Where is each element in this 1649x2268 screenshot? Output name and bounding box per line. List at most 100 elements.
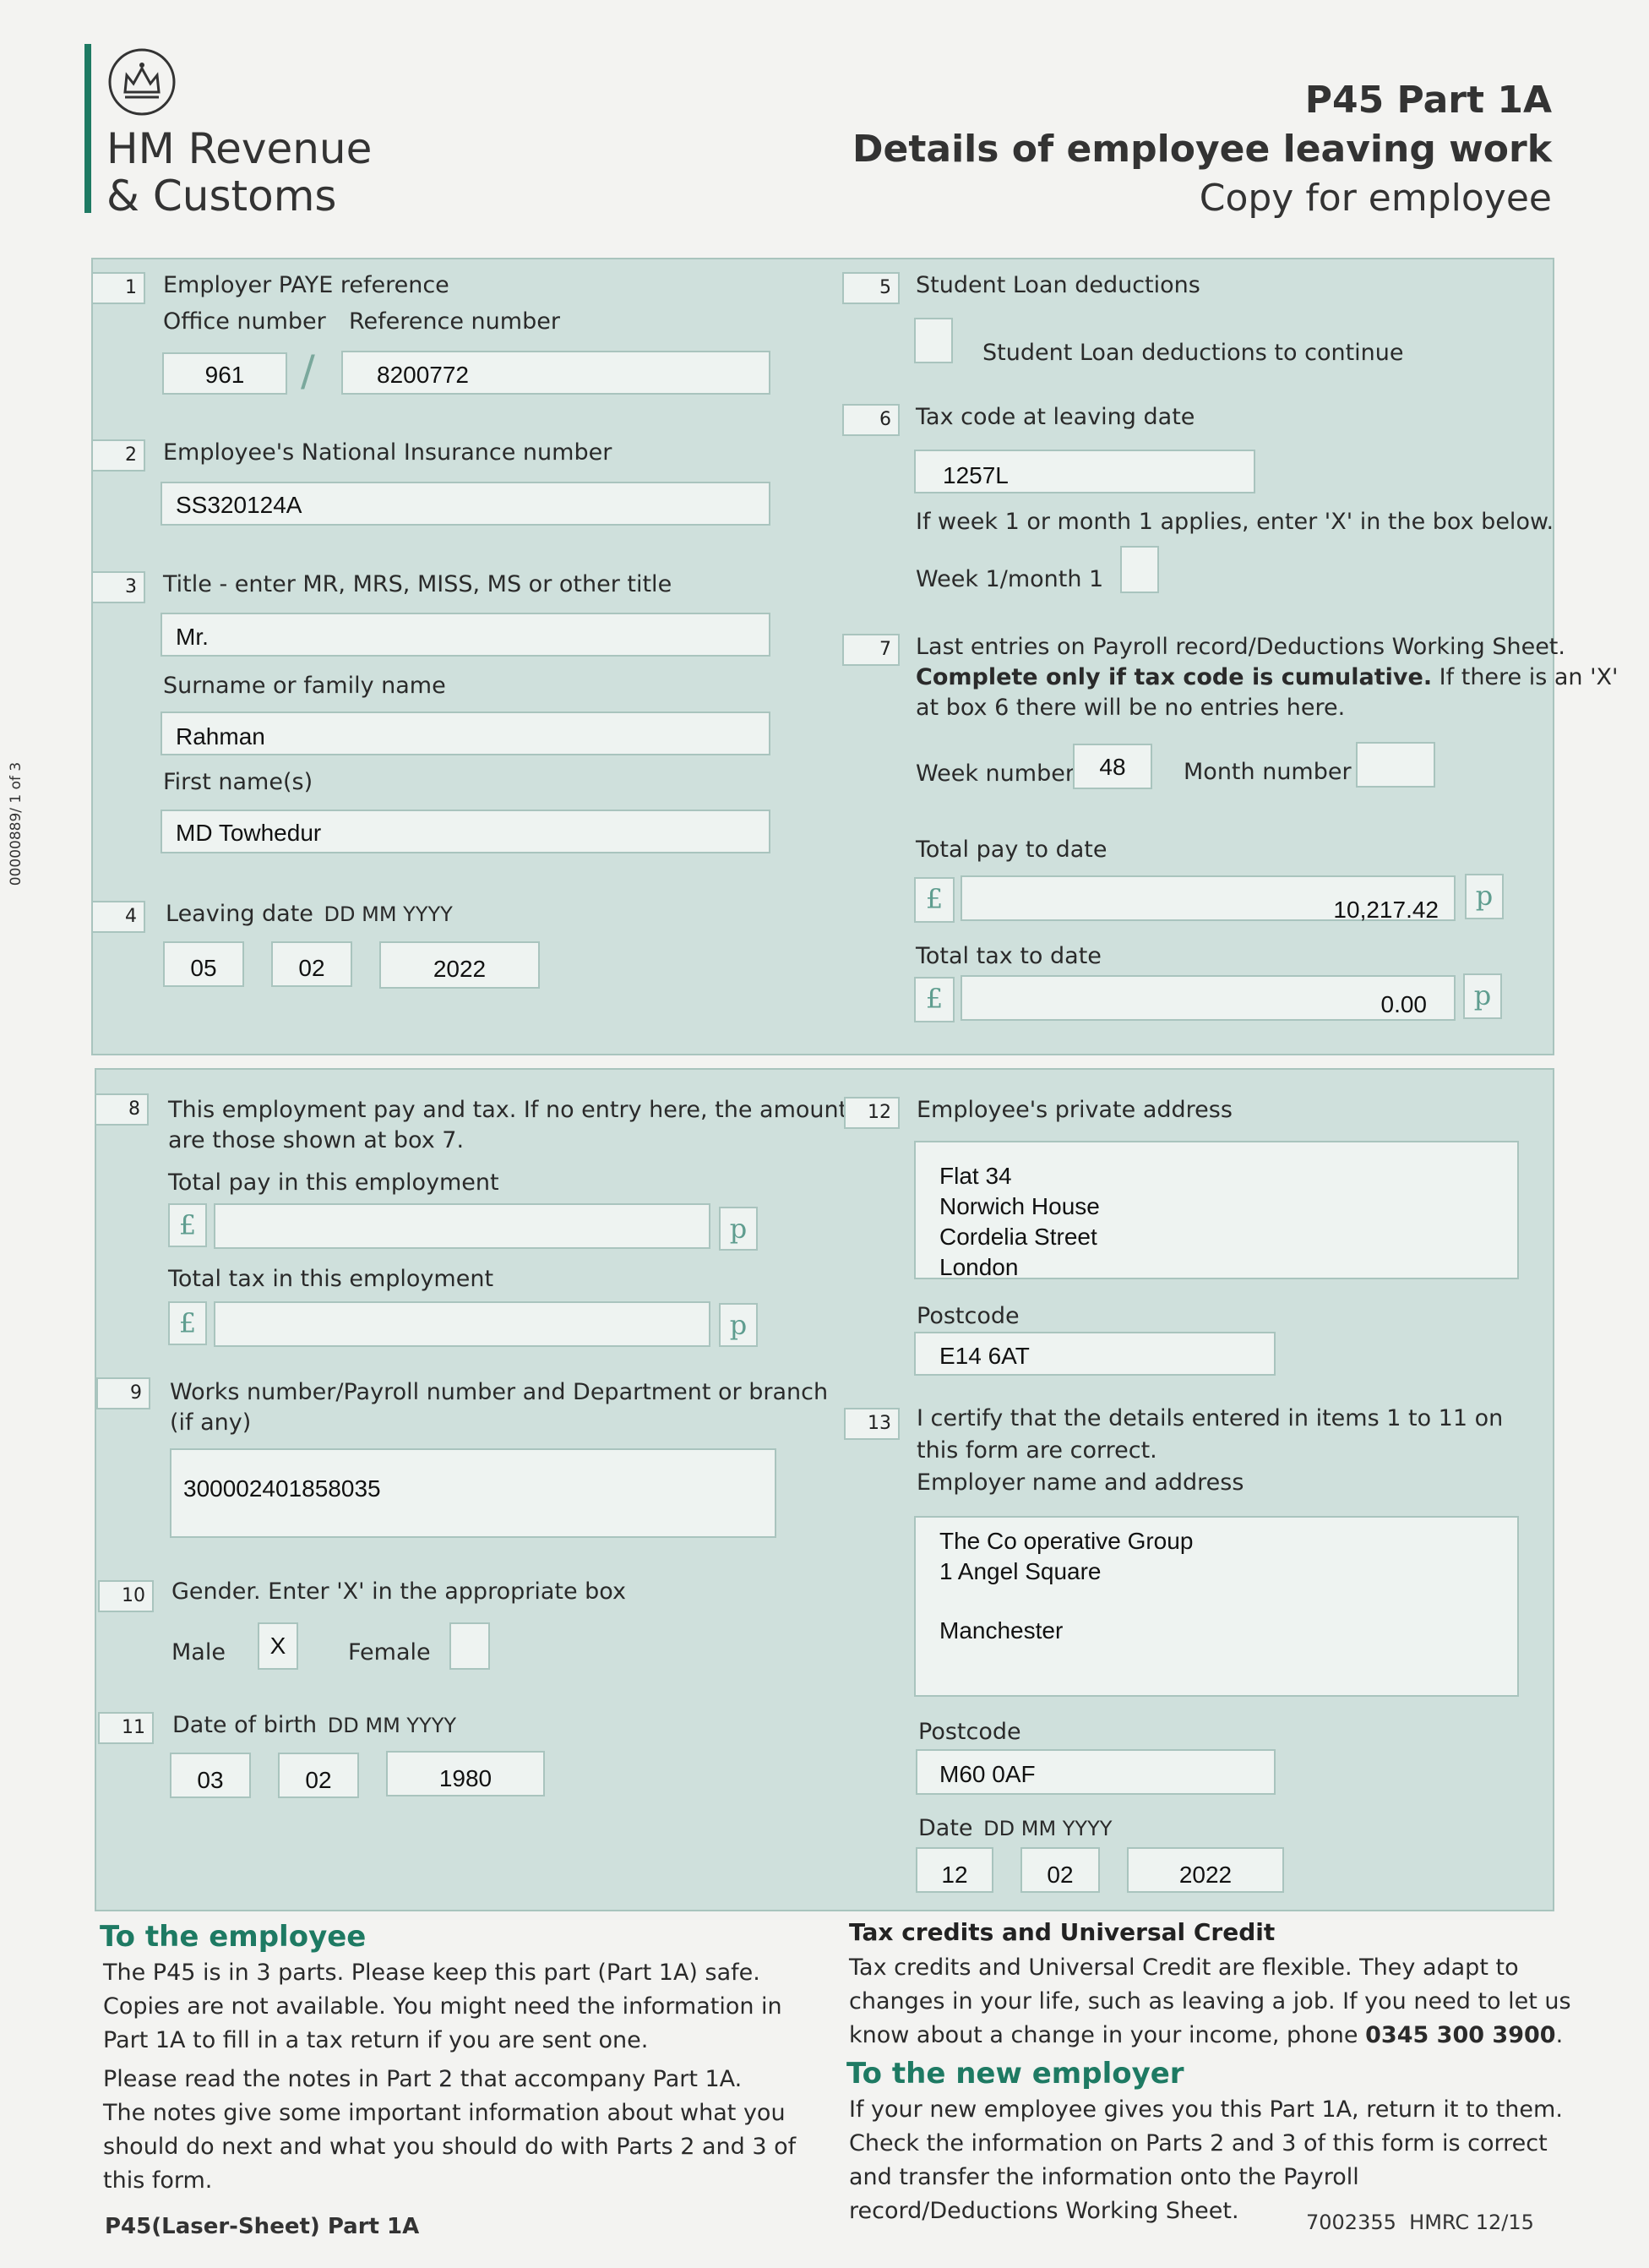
week-number-field[interactable]: 48 — [1073, 744, 1152, 789]
box-number-11: 11 — [98, 1712, 154, 1744]
cert-date-format: DD MM YYYY — [983, 1817, 1113, 1840]
to-new-employer-heading: To the new employer — [846, 2057, 1184, 2091]
total-pay-to-date-field[interactable]: 10,217.42 — [961, 875, 1456, 923]
leaving-date-format: DD MM YYYY — [324, 902, 453, 926]
box-number-5: 5 — [842, 272, 900, 304]
reference-number-label: Reference number — [349, 308, 560, 335]
address-line: Norwich House — [939, 1193, 1100, 1219]
box13-text: I certify that the details entered in it… — [917, 1403, 1503, 1499]
box7-bold-note: Complete only if tax code is cumulative. — [916, 664, 1433, 690]
female-label: Female — [348, 1639, 431, 1666]
cert-date-year[interactable]: 2022 — [1127, 1847, 1284, 1893]
tax-code-field[interactable]: 1257L — [914, 450, 1255, 493]
dob-month[interactable]: 02 — [278, 1753, 359, 1798]
tax-credits-heading: Tax credits and Universal Credit — [849, 1918, 1276, 1946]
office-number-field[interactable]: 961 — [162, 352, 287, 395]
employer-address-line: 1 Angel Square — [939, 1558, 1102, 1584]
box-number-13: 13 — [844, 1408, 900, 1440]
total-tax-employment-field[interactable] — [214, 1301, 710, 1347]
cert-date-label: Date DD MM YYYY — [918, 1815, 1113, 1841]
private-address-label: Employee's private address — [917, 1097, 1233, 1123]
employment-pay-pence-icon: p — [719, 1207, 758, 1251]
total-pay-pence-icon: p — [1465, 874, 1504, 919]
employer-address-field[interactable]: The Co operative Group 1 Angel Square Ma… — [914, 1516, 1519, 1697]
box-number-9: 9 — [96, 1377, 150, 1409]
student-loan-checkbox[interactable] — [914, 318, 953, 363]
month-number-label: Month number — [1184, 759, 1352, 785]
to-employee-heading: To the employee — [100, 1920, 367, 1954]
box9-text: Works number/Payroll number and Departme… — [170, 1379, 829, 1436]
copy-label: Copy for employee — [1199, 177, 1552, 220]
surname-field[interactable]: Rahman — [161, 711, 770, 755]
cert-date-day[interactable]: 12 — [916, 1847, 993, 1893]
employer-address-line: The Co operative Group — [939, 1528, 1194, 1554]
employment-tax-pound-icon: £ — [168, 1301, 207, 1345]
leaving-date-label: Leaving date DD MM YYYY — [166, 901, 453, 927]
private-postcode-field[interactable]: E14 6AT — [914, 1332, 1276, 1376]
ni-number-field[interactable]: SS320124A — [161, 482, 770, 526]
title-field[interactable]: Mr. — [161, 613, 770, 657]
total-pay-to-date-label: Total pay to date — [916, 837, 1107, 863]
week1-checkbox[interactable] — [1120, 546, 1159, 593]
form-subtitle: Details of employee leaving work — [852, 128, 1552, 171]
first-name-label: First name(s) — [163, 769, 313, 795]
employer-address-line — [939, 1587, 1517, 1616]
employer-name-label: Employer name and address — [917, 1469, 1244, 1496]
leaving-date-month[interactable]: 02 — [271, 941, 352, 987]
form-code: P45(Laser-Sheet) Part 1A — [105, 2214, 420, 2239]
paye-separator: / — [301, 346, 315, 395]
crown-icon — [106, 46, 177, 117]
female-checkbox[interactable] — [449, 1622, 490, 1670]
month-number-field[interactable] — [1356, 742, 1435, 788]
works-number-field[interactable]: 300002401858035 — [170, 1448, 776, 1538]
private-address-field[interactable]: Flat 34 Norwich House Cordelia Street Lo… — [914, 1141, 1519, 1280]
box-number-7: 7 — [842, 634, 900, 666]
leaving-date-day[interactable]: 05 — [163, 941, 244, 987]
employer-postcode-label: Postcode — [918, 1719, 1021, 1745]
dob-day[interactable]: 03 — [170, 1753, 251, 1798]
total-tax-to-date-label: Total tax to date — [916, 943, 1102, 969]
tax-credits-text: Tax credits and Universal Credit are fle… — [849, 1955, 1571, 2048]
title-label: Title - enter MR, MRS, MISS, MS or other… — [163, 571, 672, 597]
dob-format: DD MM YYYY — [327, 1714, 457, 1737]
reference-number-field[interactable]: 8200772 — [341, 351, 770, 395]
box7-text: Last entries on Payroll record/Deduction… — [916, 634, 1619, 721]
box-number-6: 6 — [842, 404, 900, 436]
employer-postcode-field[interactable]: M60 0AF — [916, 1749, 1276, 1795]
employer-paye-label: Employer PAYE reference — [163, 272, 449, 298]
male-checkbox[interactable]: X — [258, 1622, 298, 1670]
ni-number-label: Employee's National Insurance number — [163, 439, 612, 466]
box-number-10: 10 — [98, 1580, 154, 1612]
postcode-label: Postcode — [917, 1303, 1020, 1329]
hmrc-logo — [84, 44, 91, 213]
dob-year[interactable]: 1980 — [386, 1751, 545, 1796]
box-number-12: 12 — [844, 1097, 900, 1129]
week-number-label: Week number — [916, 761, 1075, 787]
total-pay-employment-field[interactable] — [214, 1203, 710, 1249]
org-line-2: & Customs — [106, 172, 337, 221]
org-name: HM Revenue & Customs — [106, 125, 372, 220]
employment-pay-pound-icon: £ — [168, 1203, 207, 1247]
week1-label: Week 1/month 1 — [916, 566, 1104, 592]
address-line: London — [939, 1254, 1019, 1280]
total-tax-pound-icon: £ — [914, 977, 955, 1022]
male-label: Male — [171, 1639, 226, 1666]
phone-number: 0345 300 3900 — [1365, 2022, 1556, 2048]
first-name-field[interactable]: MD Towhedur — [161, 810, 770, 853]
student-loan-checkbox-label: Student Loan deductions to continue — [982, 340, 1404, 366]
leaving-date-year[interactable]: 2022 — [379, 941, 540, 989]
box8-text: This employment pay and tax. If no entry… — [168, 1097, 860, 1153]
student-loan-label: Student Loan deductions — [916, 272, 1200, 298]
box-number-3: 3 — [91, 571, 145, 603]
tax-code-label: Tax code at leaving date — [916, 404, 1195, 430]
employee-notes: The P45 is in 3 parts. Please keep this … — [103, 1960, 797, 2194]
new-employer-text: If your new employee gives you this Part… — [849, 2096, 1563, 2224]
box-number-4: 4 — [91, 901, 145, 933]
total-tax-employment-label: Total tax in this employment — [168, 1266, 494, 1292]
gender-label: Gender. Enter 'X' in the appropriate box — [171, 1578, 626, 1605]
week1-note: If week 1 or month 1 applies, enter 'X' … — [916, 509, 1554, 535]
cert-date-month[interactable]: 02 — [1020, 1847, 1100, 1893]
box-number-1: 1 — [91, 272, 145, 304]
side-code: 00000889/ 1 of 3 — [8, 761, 24, 886]
total-tax-to-date-field[interactable]: 0.00 — [961, 975, 1456, 1021]
